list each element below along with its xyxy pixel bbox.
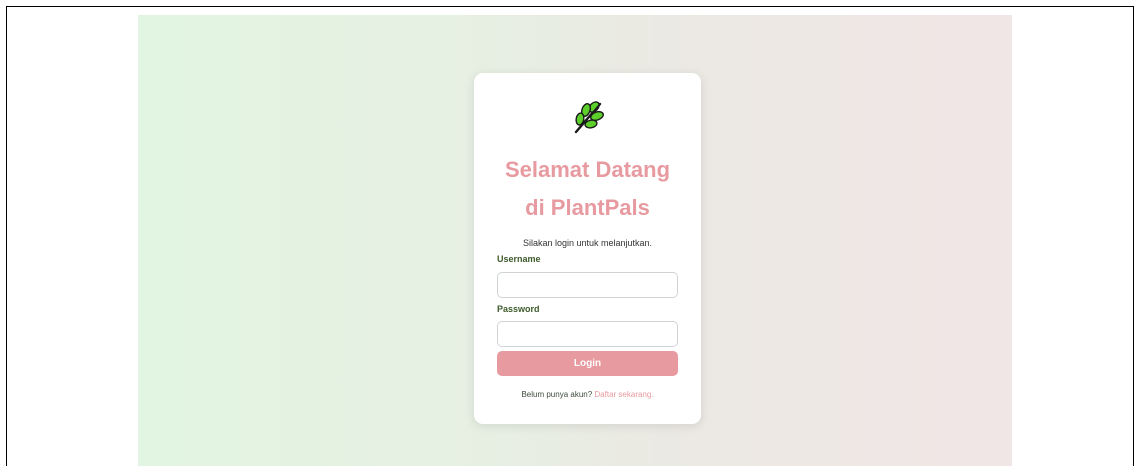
- username-label: Username: [497, 254, 541, 264]
- page-background: Selamat Datang di PlantPals Silakan logi…: [138, 15, 1012, 466]
- register-prompt-text: Belum punya akun?: [521, 390, 593, 399]
- leaf-icon: [574, 101, 604, 134]
- title-line-1: Selamat Datang: [504, 157, 671, 182]
- login-card: Selamat Datang di PlantPals Silakan logi…: [474, 73, 701, 424]
- password-input[interactable]: [497, 321, 678, 347]
- register-link[interactable]: Daftar sekarang.: [594, 390, 653, 399]
- register-prompt: Belum punya akun? Daftar sekarang.: [474, 390, 701, 399]
- page-title: Selamat Datang di PlantPals: [474, 151, 701, 227]
- username-input[interactable]: [497, 272, 678, 298]
- title-line-2: di PlantPals: [525, 195, 650, 220]
- password-label: Password: [497, 304, 540, 314]
- login-button[interactable]: Login: [497, 351, 678, 376]
- login-subtitle: Silakan login untuk melanjutkan.: [522, 238, 653, 248]
